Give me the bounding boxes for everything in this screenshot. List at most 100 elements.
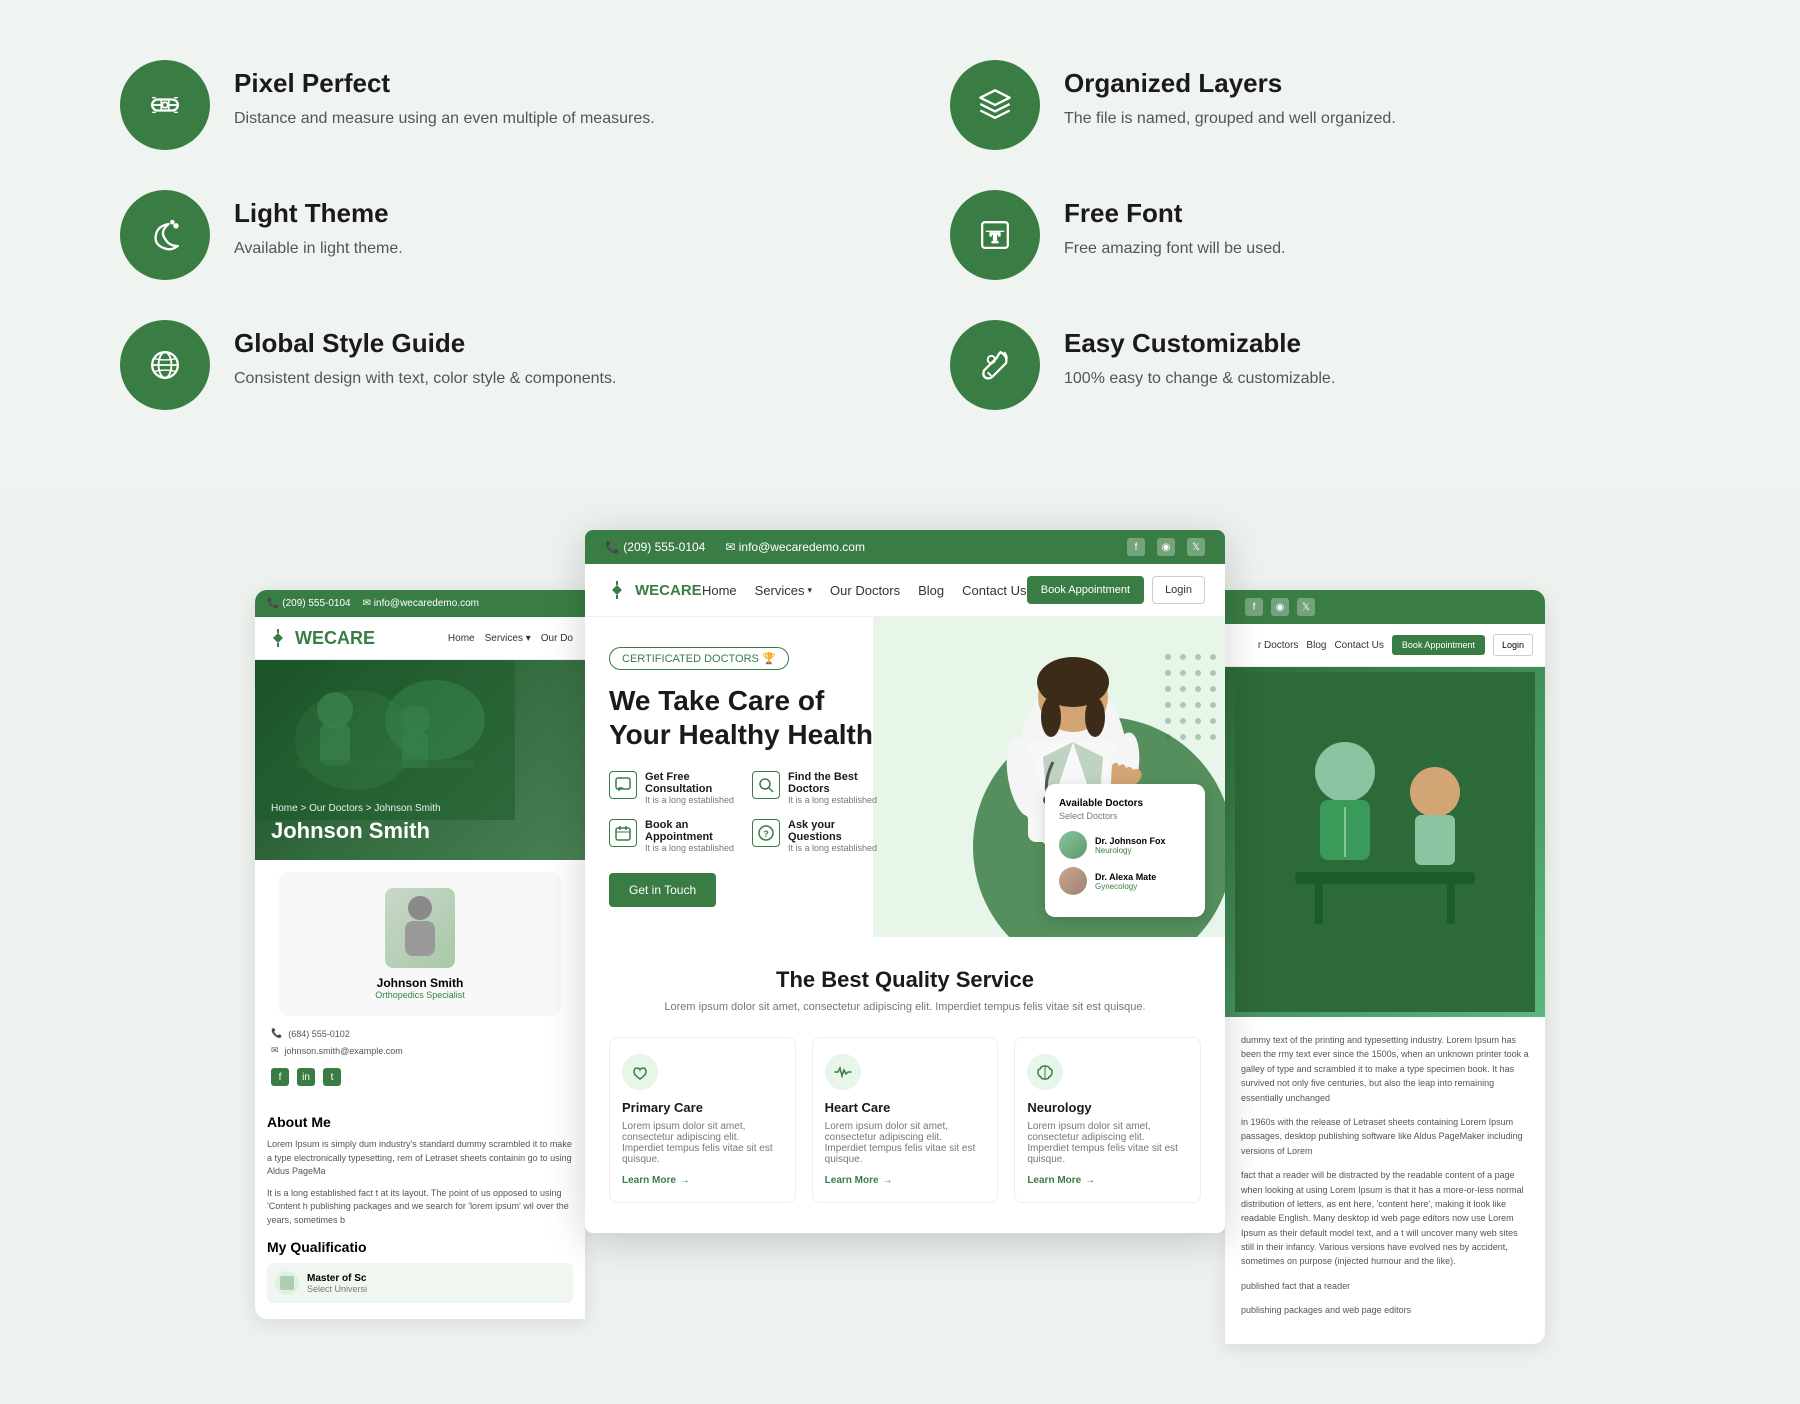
service-2-desc: Lorem ipsum dolor sit amet, consectetur … (825, 1121, 986, 1165)
service-3-desc: Lorem ipsum dolor sit amet, consectetur … (1027, 1121, 1188, 1165)
service-1-learn-more[interactable]: Learn More → (622, 1175, 783, 1186)
left-doctor-name: Johnson Smith (377, 976, 464, 990)
organized-layers-desc: The file is named, grouped and well orga… (1064, 107, 1396, 131)
doctor-1-info: Dr. Johnson Fox Neurology (1095, 836, 1166, 855)
center-topbar: 📞 (209) 555-0104 ✉ info@wecaredemo.com f… (585, 530, 1225, 564)
right-preview-panel: f ◉ 𝕏 r Doctors Blog Contact Us Book App… (1225, 590, 1545, 1344)
topbar-email: ✉ info@wecaredemo.com (725, 540, 865, 554)
find-doctors-icon (752, 771, 780, 799)
left-social-icons: f in t (271, 1068, 569, 1086)
left-doctor-specialist: Orthopedics Specialist (375, 990, 465, 1000)
easy-custom-text: Easy Customizable 100% easy to change & … (1064, 320, 1335, 391)
global-style-text: Global Style Guide Consistent design wit… (234, 320, 616, 391)
right-instagram-icon[interactable]: ◉ (1271, 598, 1289, 616)
feature-light-theme: Light Theme Available in light theme. (120, 190, 850, 280)
right-login-button[interactable]: Login (1493, 634, 1533, 656)
global-style-icon-circle (120, 320, 210, 410)
questions-icon: ? (752, 819, 780, 847)
svg-text:T: T (990, 230, 1000, 246)
pixel-perfect-title: Pixel Perfect (234, 68, 655, 99)
get-in-touch-button[interactable]: Get in Touch (609, 873, 716, 907)
right-para-5: publishing packages and web page editors (1241, 1303, 1529, 1317)
chat-icon (615, 777, 631, 793)
right-facebook-icon[interactable]: f (1245, 598, 1263, 616)
nav-services[interactable]: Services ▾ (755, 583, 812, 598)
left-facebook-icon[interactable]: f (271, 1068, 289, 1086)
feature-organized-layers: Organized Layers The file is named, grou… (950, 60, 1680, 150)
login-button[interactable]: Login (1152, 576, 1205, 604)
right-book-button[interactable]: Book Appointment (1392, 635, 1485, 655)
doctor-2-avatar (1059, 867, 1087, 895)
left-qual-title: My Qualificatio (267, 1239, 573, 1255)
nav-contact[interactable]: Contact Us (962, 583, 1026, 598)
left-linkedin-icon[interactable]: in (297, 1068, 315, 1086)
hero-feature-2: Find the Best Doctors It is a long estab… (752, 771, 881, 805)
organized-layers-icon-circle (950, 60, 1040, 150)
right-twitter-icon[interactable]: 𝕏 (1297, 598, 1315, 616)
light-theme-desc: Available in light theme. (234, 237, 403, 261)
left-phone: 📞 (209) 555-0104 (267, 598, 351, 609)
easy-custom-desc: 100% easy to change & customizable. (1064, 367, 1335, 391)
easy-custom-title: Easy Customizable (1064, 328, 1335, 359)
right-text-content: dummy text of the printing and typesetti… (1225, 1017, 1545, 1344)
neurology-icon (1027, 1054, 1063, 1090)
feature-pixel-perfect: Pixel Perfect Distance and measure using… (120, 60, 850, 150)
light-theme-text: Light Theme Available in light theme. (234, 190, 403, 261)
hero-badge: CERTIFICATED DOCTORS 🏆 (609, 647, 789, 670)
service-1-title: Primary Care (622, 1100, 783, 1115)
wrench-icon (973, 343, 1017, 387)
facebook-icon[interactable]: f (1127, 538, 1145, 556)
book-appointment-button[interactable]: Book Appointment (1027, 576, 1144, 604)
left-doctor-avatar (385, 888, 455, 968)
degree-icon (280, 1276, 294, 1290)
hero-image-area: Available Doctors Select Doctors Dr. Joh… (873, 617, 1225, 937)
left-twitter-icon[interactable]: t (323, 1068, 341, 1086)
doctor-1-name: Dr. Johnson Fox (1095, 836, 1166, 846)
left-doctor-profile-section: Johnson Smith Orthopedics Specialist 📞(6… (255, 860, 585, 1098)
right-topbar-icons: f ◉ 𝕏 (1245, 598, 1315, 616)
twitter-icon[interactable]: 𝕏 (1187, 538, 1205, 556)
center-services-section: The Best Quality Service Lorem ipsum dol… (585, 937, 1225, 1233)
right-paragraphs: dummy text of the printing and typesetti… (1241, 1033, 1529, 1318)
nav-blog[interactable]: Blog (918, 583, 944, 598)
service-3-learn-more[interactable]: Learn More → (1027, 1175, 1188, 1186)
hero-title: We Take Care of Your Healthy Health (609, 684, 881, 751)
feature-global-style: Global Style Guide Consistent design wit… (120, 320, 850, 410)
left-about-section: About Me Lorem Ipsum is simply dum indus… (255, 1098, 585, 1319)
question-icon: ? (758, 825, 774, 841)
center-logo-icon (605, 578, 629, 602)
globe-icon (143, 343, 187, 387)
preview-section: 📞 (209) 555-0104 ✉ info@wecaredemo.com W… (0, 490, 1800, 1404)
right-para-4: published fact that a reader (1241, 1279, 1529, 1293)
free-font-title: Free Font (1064, 198, 1285, 229)
service-card-neurology: Neurology Lorem ipsum dolor sit amet, co… (1014, 1037, 1201, 1203)
qual-details: Master of Sc Select Universi (307, 1273, 367, 1294)
pixel-perfect-desc: Distance and measure using an even multi… (234, 107, 655, 131)
services-grid: Primary Care Lorem ipsum dolor sit amet,… (609, 1037, 1201, 1203)
easy-custom-icon-circle (950, 320, 1040, 410)
service-2-learn-more[interactable]: Learn More → (825, 1175, 986, 1186)
right-para-3: fact that a reader will be distracted by… (1241, 1168, 1529, 1269)
surgery-illustration (255, 660, 515, 820)
brain-icon (1035, 1062, 1055, 1082)
topbar-left: 📞 (209) 555-0104 ✉ info@wecaredemo.com (605, 540, 865, 554)
search-person-icon (758, 777, 774, 793)
feature-free-font: T Free Font Free amazing font will be us… (950, 190, 1680, 280)
nav-home[interactable]: Home (702, 583, 737, 598)
instagram-icon[interactable]: ◉ (1157, 538, 1175, 556)
nav-doctors[interactable]: Our Doctors (830, 583, 900, 598)
services-subtitle: Lorem ipsum dolor sit amet, consectetur … (609, 1001, 1201, 1013)
feature-easy-custom: Easy Customizable 100% easy to change & … (950, 320, 1680, 410)
svg-text:?: ? (763, 829, 769, 839)
light-theme-icon-circle (120, 190, 210, 280)
center-preview-panel: 📞 (209) 555-0104 ✉ info@wecaredemo.com f… (585, 530, 1225, 1233)
left-nav-links: Home Services ▾ Our Do (448, 633, 573, 644)
free-font-icon-circle: T (950, 190, 1040, 280)
doctor-card-title: Available Doctors (1059, 798, 1191, 809)
hero-feature-2-text: Find the Best Doctors It is a long estab… (788, 771, 881, 805)
services-title: The Best Quality Service (609, 967, 1201, 993)
service-2-title: Heart Care (825, 1100, 986, 1115)
center-navbar: WECARE Home Services ▾ Our Doctors Blog … (585, 564, 1225, 617)
doctor-1-item: Dr. Johnson Fox Neurology (1059, 831, 1191, 859)
consultation-icon (609, 771, 637, 799)
